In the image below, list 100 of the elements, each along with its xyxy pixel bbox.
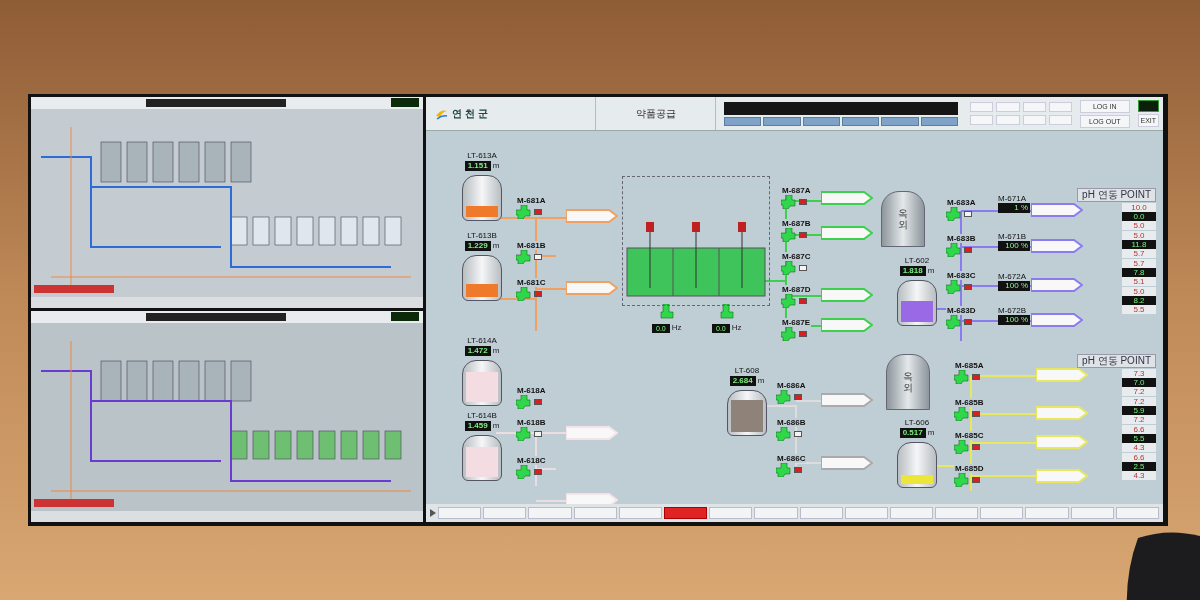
pump-tag: M-687D <box>781 285 812 294</box>
destination-arrow[interactable] <box>821 393 873 407</box>
level-reading: 1.229 <box>464 241 491 251</box>
destination-arrow[interactable] <box>1031 278 1083 292</box>
unit-label: m <box>492 420 500 432</box>
level-reading: 2.684 <box>729 376 756 386</box>
pump-icon[interactable] <box>946 315 962 329</box>
pump-icon[interactable] <box>954 370 970 384</box>
unit-label: m <box>492 345 500 357</box>
pump-icon[interactable] <box>781 195 797 209</box>
pump-icon[interactable] <box>516 465 532 479</box>
destination-arrow[interactable] <box>566 281 618 295</box>
level-reading: 1.472 <box>464 346 491 356</box>
pump-tag: M-683A <box>946 198 977 207</box>
pipe-line <box>765 400 822 467</box>
destination-arrow[interactable] <box>1031 239 1083 253</box>
section-title: pH 연동 POINT <box>1077 188 1156 202</box>
low-limit: 5.0 <box>1122 221 1156 230</box>
pump-icon[interactable] <box>946 207 962 221</box>
nav-button[interactable] <box>881 116 919 126</box>
unit-label: m <box>492 240 500 252</box>
section-title: pH 연동 POINT <box>1077 354 1156 368</box>
tank-tag: LT-613A <box>467 151 497 160</box>
pump-tag: M-685C <box>954 431 985 440</box>
menu-button[interactable] <box>970 115 994 125</box>
drive-tag: M-672B <box>998 306 1030 315</box>
pump-icon[interactable] <box>946 280 962 294</box>
high-limit: 10.0 <box>1122 203 1156 212</box>
play-icon[interactable] <box>430 509 436 517</box>
drive-reading: 1 % <box>998 203 1030 213</box>
destination-arrow[interactable] <box>821 226 873 240</box>
menu-button[interactable] <box>1022 102 1046 112</box>
ph-reading: 8.2 <box>1122 296 1156 305</box>
unit-label: m <box>927 265 935 277</box>
drive-tag: M-672A <box>998 272 1030 281</box>
low-limit: 5.5 <box>1122 305 1156 314</box>
destination-arrow[interactable] <box>821 288 873 302</box>
pump-tag: M-685D <box>954 464 985 473</box>
destination-arrow[interactable] <box>1031 313 1083 327</box>
pump-icon[interactable] <box>719 304 734 320</box>
ph-reading: 11.8 <box>1122 240 1156 249</box>
menu-button[interactable] <box>1048 102 1072 112</box>
tank-tag: LT-614B <box>467 411 497 420</box>
high-limit: 7.2 <box>1122 397 1156 406</box>
screen-title: 약품공급 <box>635 107 676 121</box>
menu-button[interactable] <box>996 115 1020 125</box>
pump-tag: M-683C <box>946 271 977 280</box>
pump-icon[interactable] <box>776 427 792 441</box>
high-limit: 6.6 <box>1122 425 1156 434</box>
high-limit: 5.0 <box>1122 287 1156 296</box>
pump-tag: M-685A <box>954 361 985 370</box>
pump-icon[interactable] <box>954 407 970 421</box>
pipe-line <box>495 432 567 502</box>
pump-icon[interactable] <box>776 463 792 477</box>
unit-label: Hz <box>731 322 742 334</box>
pump-tag: M-681A <box>516 196 547 205</box>
pump-icon[interactable] <box>781 228 797 242</box>
pump-tag: M-686C <box>776 454 807 463</box>
menu-button[interactable] <box>970 102 994 112</box>
ph-reading: 7.8 <box>1122 268 1156 277</box>
clock-display <box>1137 100 1159 112</box>
pump-icon[interactable] <box>781 294 797 308</box>
pump-icon[interactable] <box>954 473 970 487</box>
ph-reading: 0.0 <box>1122 212 1156 221</box>
pump-icon[interactable] <box>516 205 532 219</box>
menu-button[interactable] <box>996 102 1020 112</box>
pump-icon[interactable] <box>516 287 532 301</box>
drive-reading: 100 % <box>998 315 1030 325</box>
nav-button[interactable] <box>763 116 801 126</box>
pump-icon[interactable] <box>781 327 797 341</box>
pump-icon[interactable] <box>946 243 962 257</box>
screen-tab[interactable] <box>663 507 708 519</box>
ph-reading: 5.5 <box>1122 434 1156 443</box>
pump-icon[interactable] <box>781 261 797 275</box>
nav-button[interactable] <box>920 116 958 126</box>
low-limit: 7.2 <box>1122 387 1156 396</box>
tank-tag: LT-613B <box>467 231 497 240</box>
unit-label: m <box>927 427 935 439</box>
pump-icon[interactable] <box>516 427 532 441</box>
menu-button[interactable] <box>1022 115 1046 125</box>
pump-tag: M-618C <box>516 456 547 465</box>
destination-arrow[interactable] <box>566 209 618 223</box>
pump-icon[interactable] <box>516 395 532 409</box>
nav-button[interactable] <box>842 116 880 126</box>
low-limit: 5.7 <box>1122 249 1156 258</box>
destination-arrow[interactable] <box>821 456 873 470</box>
menu-button[interactable] <box>1048 115 1072 125</box>
destination-arrow[interactable] <box>1031 203 1083 217</box>
pump-icon[interactable] <box>954 440 970 454</box>
nav-button[interactable] <box>724 116 762 126</box>
pump-icon[interactable] <box>516 250 532 264</box>
pump-icon[interactable] <box>776 390 792 404</box>
low-limit: 4.3 <box>1122 443 1156 452</box>
drive-tag: M-671B <box>998 232 1030 241</box>
pump-tag: M-681B <box>516 241 547 250</box>
nav-button[interactable] <box>802 116 840 126</box>
destination-arrow[interactable] <box>821 191 873 205</box>
drive-tag: M-671A <box>998 194 1030 203</box>
pump-icon[interactable] <box>659 304 674 320</box>
destination-arrow[interactable] <box>821 318 873 332</box>
